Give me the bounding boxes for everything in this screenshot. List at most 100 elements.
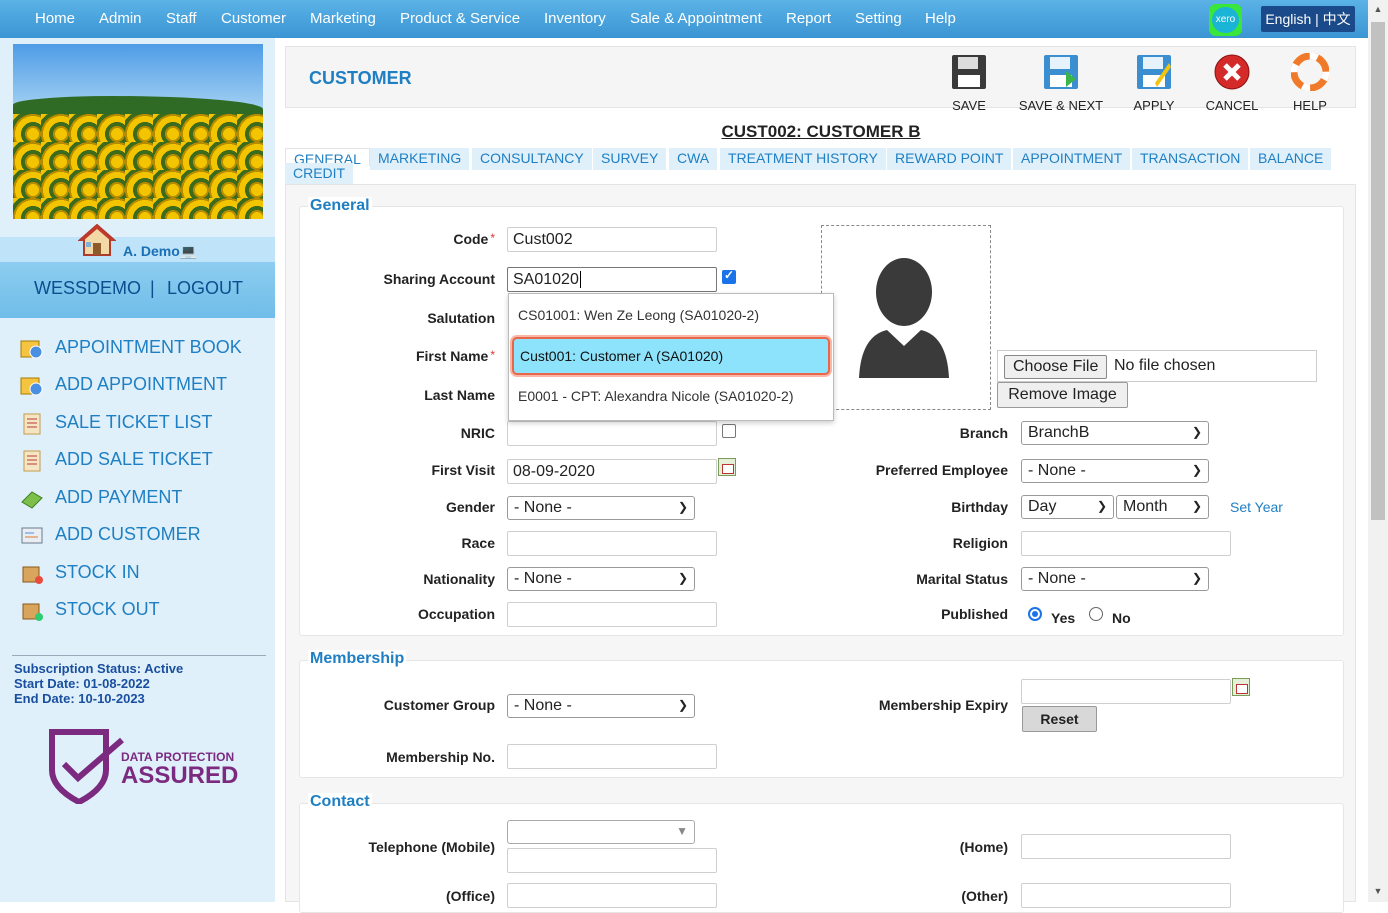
tab-appointment[interactable]: APPOINTMENT: [1013, 148, 1131, 170]
religion-label: Religion: [952, 535, 1008, 551]
religion-input[interactable]: [1021, 531, 1231, 556]
chevron-down-icon: ❯: [677, 571, 688, 585]
logout-link[interactable]: LOGOUT: [167, 278, 243, 299]
save-button[interactable]: SAVE: [940, 53, 998, 113]
salutation-label: Salutation: [427, 310, 495, 326]
tab-survey[interactable]: SURVEY: [593, 148, 667, 170]
code-input[interactable]: Cust002: [507, 227, 717, 252]
birthday-day-value: Day: [1028, 498, 1057, 515]
preferred-employee-select[interactable]: - None - ❯: [1021, 459, 1209, 483]
page-header: CUSTOMER SAVE SAVE & NEXT APPLY CANCEL H…: [285, 46, 1356, 113]
nav-product-service[interactable]: Product & Service: [400, 10, 520, 27]
cancel-icon: [1214, 54, 1250, 90]
reset-button[interactable]: Reset: [1022, 706, 1097, 732]
nav-help[interactable]: Help: [925, 10, 956, 27]
nav-staff[interactable]: Staff: [166, 10, 197, 27]
choose-file-button[interactable]: Choose File: [1004, 355, 1108, 379]
last-name-label: Last Name: [424, 387, 495, 403]
tab-treatment-history[interactable]: TREATMENT HISTORY: [720, 148, 886, 170]
tab-consultancy[interactable]: CONSULTANCY: [472, 148, 592, 170]
scrollbar-thumb[interactable]: [1371, 22, 1385, 520]
membership-legend: Membership: [308, 650, 407, 668]
tab-balance[interactable]: BALANCE: [1250, 148, 1332, 170]
occupation-input[interactable]: [507, 602, 717, 627]
branch-select[interactable]: BranchB ❯: [1021, 421, 1209, 445]
xero-logo-icon[interactable]: xero: [1209, 4, 1242, 36]
data-protection-badge: DATA PROTECTION ASSURED: [48, 728, 238, 806]
branch-value: BranchB: [1028, 424, 1090, 441]
tab-credit[interactable]: CREDIT: [285, 163, 354, 185]
nav-sale-appointment[interactable]: Sale & Appointment: [630, 10, 762, 27]
nav-customer[interactable]: Customer: [221, 10, 286, 27]
help-button[interactable]: HELP: [1280, 52, 1340, 113]
calendar-icon[interactable]: [1232, 678, 1250, 696]
membership-no-input[interactable]: [507, 744, 717, 769]
set-year-link[interactable]: Set Year: [1230, 499, 1283, 515]
chevron-down-icon: ❯: [1191, 499, 1202, 513]
country-code-select[interactable]: ▼: [507, 820, 695, 844]
autocomplete-option[interactable]: E0001 - CPT: Alexandra Nicole (SA01020-2…: [509, 384, 833, 410]
scroll-down-arrow-icon[interactable]: ▼: [1368, 882, 1388, 900]
cancel-label: CANCEL: [1205, 98, 1259, 113]
nav-home[interactable]: Home: [35, 10, 75, 27]
race-input[interactable]: [507, 531, 717, 556]
subscription-status: Subscription Status: Active: [14, 661, 184, 676]
nav-admin[interactable]: Admin: [99, 10, 142, 27]
account-divider: |: [150, 278, 155, 298]
nric-checkbox[interactable]: [722, 424, 736, 438]
autocomplete-option-highlighted[interactable]: Cust001: Customer A (SA01020): [512, 337, 830, 375]
tab-marketing[interactable]: MARKETING: [370, 148, 470, 170]
telephone-office-input[interactable]: [507, 883, 717, 908]
autocomplete-option[interactable]: CS01001: Wen Ze Leong (SA01020-2): [509, 303, 833, 329]
tab-reward-point[interactable]: REWARD POINT: [887, 148, 1012, 170]
sharing-account-input[interactable]: SA01020: [507, 267, 717, 292]
remove-image-button[interactable]: Remove Image: [997, 382, 1128, 408]
page-title: CUSTOMER: [309, 68, 412, 88]
apply-button[interactable]: APPLY: [1124, 53, 1184, 113]
cancel-button[interactable]: CANCEL: [1202, 53, 1262, 113]
tab-cwa[interactable]: CWA: [669, 148, 718, 170]
telephone-home-input[interactable]: [1021, 834, 1231, 859]
membership-expiry-input[interactable]: [1021, 679, 1231, 704]
branch-label: Branch: [959, 425, 1008, 441]
customer-group-select[interactable]: - None - ❯: [507, 694, 695, 718]
chevron-down-icon: ❯: [1191, 571, 1202, 585]
published-no-radio[interactable]: [1089, 607, 1103, 621]
birthday-day-select[interactable]: Day ❯: [1021, 495, 1114, 519]
published-yes-label: Yes: [1051, 610, 1076, 626]
membership-expiry-label: Membership Expiry: [878, 697, 1008, 713]
file-input[interactable]: Choose File No file chosen: [997, 350, 1317, 382]
calendar-icon[interactable]: [718, 458, 736, 476]
language-switch[interactable]: English | 中文: [1261, 6, 1355, 32]
telephone-mobile-label: Telephone (Mobile): [368, 839, 495, 855]
save-next-button[interactable]: SAVE & NEXT: [1018, 53, 1104, 113]
box-in-icon: [22, 566, 43, 584]
preferred-employee-value: - None -: [1028, 462, 1086, 479]
account-link[interactable]: WESSDEMO: [34, 278, 141, 299]
menu-label: ADD SALE TICKET: [55, 449, 213, 469]
telephone-mobile-input[interactable]: [507, 848, 717, 873]
birthday-month-select[interactable]: Month ❯: [1116, 495, 1209, 519]
gender-select[interactable]: - None - ❯: [507, 496, 695, 520]
profile-image-box: [821, 225, 991, 410]
tab-transaction[interactable]: TRANSACTION: [1132, 148, 1249, 170]
nav-inventory[interactable]: Inventory: [544, 10, 606, 27]
menu-label: STOCK OUT: [55, 599, 160, 619]
scroll-up-arrow-icon[interactable]: ▲: [1368, 0, 1388, 18]
nric-input[interactable]: [507, 421, 717, 446]
nationality-select[interactable]: - None - ❯: [507, 567, 695, 591]
published-yes-radio[interactable]: [1028, 607, 1042, 621]
nationality-label: Nationality: [423, 571, 495, 587]
sharing-account-checkbox[interactable]: [722, 268, 736, 284]
marital-status-select[interactable]: - None - ❯: [1021, 567, 1209, 591]
telephone-other-input[interactable]: [1021, 883, 1231, 908]
nav-setting[interactable]: Setting: [855, 10, 902, 27]
gender-value: - None -: [514, 499, 572, 516]
badge-line2: ASSURED: [121, 762, 239, 789]
nav-report[interactable]: Report: [786, 10, 831, 27]
customer-group-label: Customer Group: [383, 697, 495, 713]
nav-marketing[interactable]: Marketing: [310, 10, 376, 27]
chevron-down-icon: ❯: [1191, 425, 1202, 439]
first-visit-input[interactable]: 08-09-2020: [507, 459, 717, 484]
username[interactable]: A. Demo💻: [123, 243, 197, 260]
